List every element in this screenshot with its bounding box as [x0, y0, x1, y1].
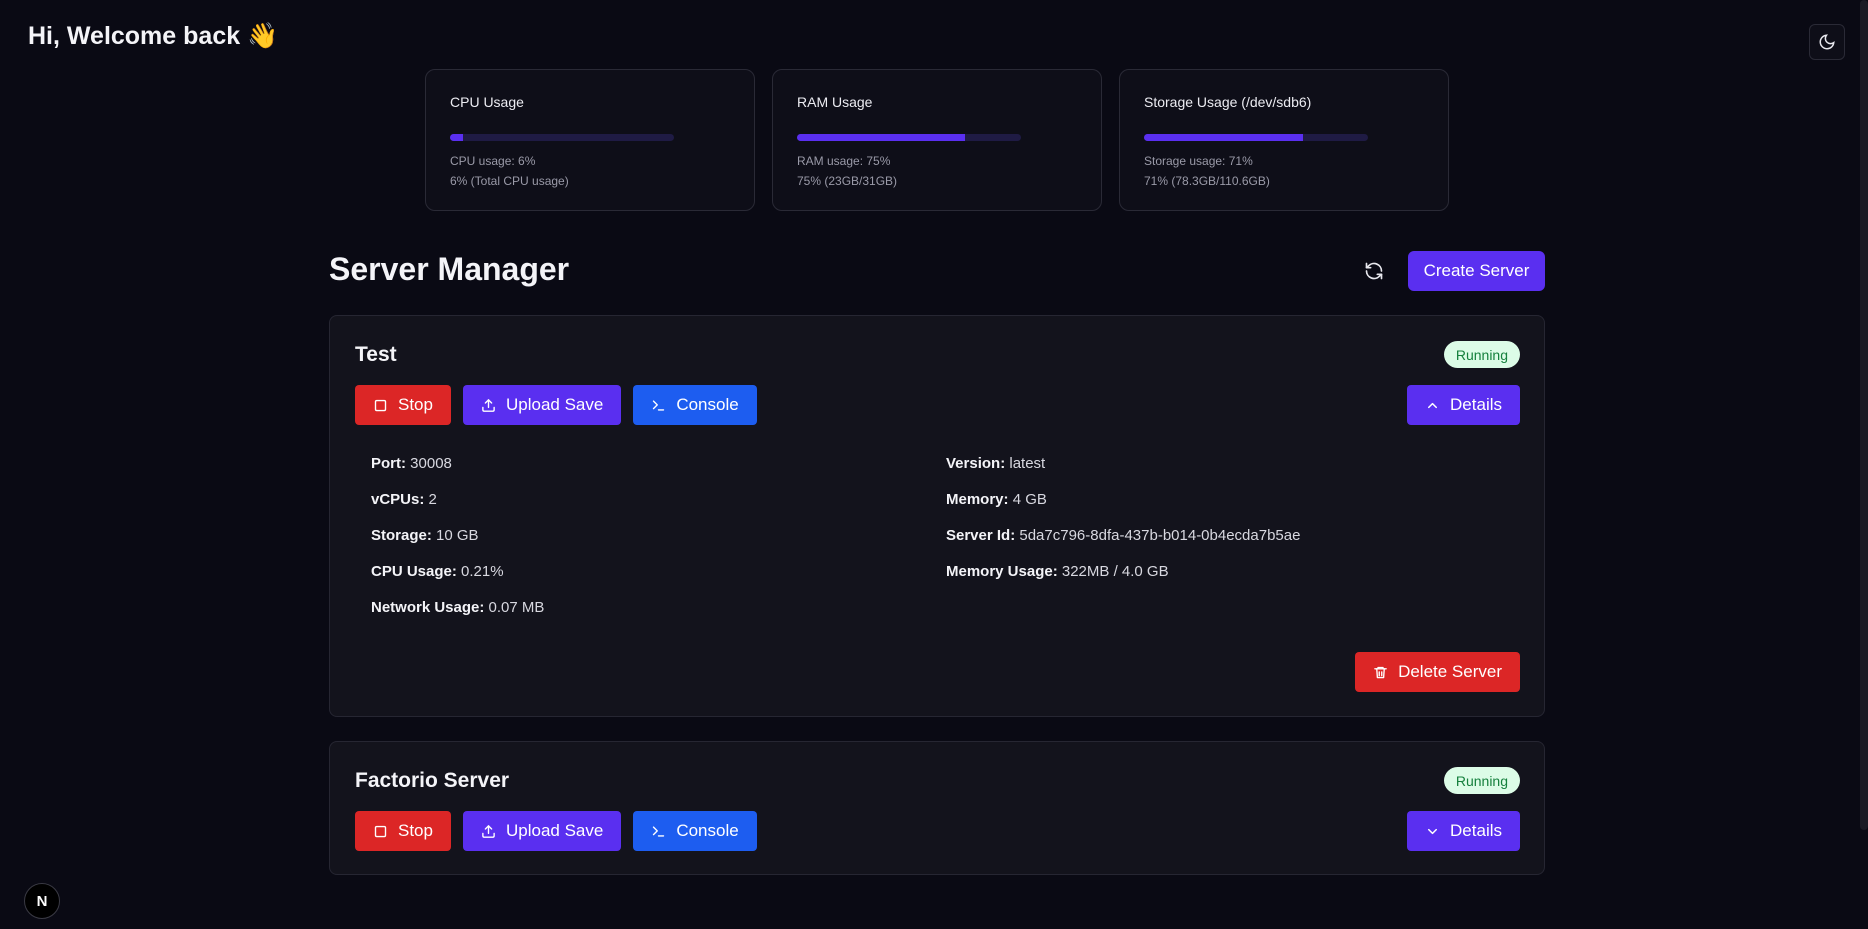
stat-line: RAM usage: 75%	[797, 154, 891, 168]
detail-label: Server Id:	[946, 527, 1016, 544]
detail-version: Version: latest	[946, 454, 1511, 474]
stop-label: Stop	[398, 821, 433, 840]
page-title: Server Manager	[329, 251, 570, 287]
square-icon	[374, 825, 387, 837]
console-label: Console	[676, 821, 739, 840]
create-server-button[interactable]: Create Server	[1408, 251, 1545, 291]
details-toggle-button[interactable]: Details	[1407, 811, 1520, 851]
terminal-icon	[653, 825, 665, 837]
stat-title: Storage Usage (/dev/sdb6)	[1144, 94, 1312, 110]
server-details: Port: 30008 Version: latest vCPUs: 2 Mem…	[371, 454, 1511, 618]
upload-save-label: Upload Save	[505, 395, 604, 414]
details-label: Details	[1450, 395, 1502, 414]
storage-usage-card: Storage Usage (/dev/sdb6) Storage usage:…	[1119, 69, 1449, 211]
detail-label: Version:	[946, 455, 1006, 472]
details-toggle-button[interactable]: Details	[1407, 385, 1520, 425]
server-actions: Stop Upload Save Console	[355, 385, 757, 425]
stop-button[interactable]: Stop	[355, 385, 451, 425]
upload-save-button[interactable]: Upload Save	[462, 385, 622, 425]
stat-line: 71% (78.3GB/110.6GB)	[1144, 174, 1270, 188]
detail-value: 0.21%	[461, 563, 504, 580]
console-label: Console	[676, 395, 739, 414]
detail-server-id: Server Id: 5da7c796-8dfa-437b-b014-0b4ec…	[946, 526, 1511, 546]
upload-save-label: Upload Save	[505, 821, 604, 840]
detail-label: CPU Usage:	[371, 563, 457, 580]
console-button[interactable]: Console	[633, 385, 757, 425]
server-actions: Stop Upload Save Console	[355, 811, 757, 851]
usage-stats: CPU Usage CPU usage: 6% 6% (Total CPU us…	[425, 69, 1449, 211]
welcome-heading: Hi, Welcome back 👋	[28, 22, 279, 50]
status-badge: Running	[1443, 341, 1520, 368]
cpu-usage-card: CPU Usage CPU usage: 6% 6% (Total CPU us…	[425, 69, 755, 211]
stat-title: CPU Usage	[450, 94, 524, 110]
stat-line: CPU usage: 6%	[450, 154, 536, 168]
stop-button[interactable]: Stop	[355, 811, 451, 851]
stat-line: Storage usage: 71%	[1144, 154, 1253, 168]
stat-line: 6% (Total CPU usage)	[450, 174, 569, 188]
server-name: Test	[355, 343, 397, 366]
square-icon	[374, 399, 387, 411]
refresh-icon	[1365, 262, 1383, 280]
cpu-progress-bar	[450, 134, 674, 141]
detail-network-usage: Network Usage: 0.07 MB	[371, 598, 946, 618]
detail-memory-usage: Memory Usage: 322MB / 4.0 GB	[946, 562, 1511, 582]
detail-label: Network Usage:	[371, 599, 485, 616]
upload-icon	[482, 824, 495, 838]
detail-value: 5da7c796-8dfa-437b-b014-0b4ecda7b5ae	[1019, 527, 1301, 544]
detail-value: 4 GB	[1012, 491, 1047, 508]
moon-icon	[1819, 34, 1835, 50]
detail-label: Port:	[371, 455, 406, 472]
ram-progress-bar	[797, 134, 1021, 141]
detail-label: Memory Usage:	[946, 563, 1058, 580]
stat-line: 75% (23GB/31GB)	[797, 174, 898, 188]
detail-value: latest	[1009, 455, 1046, 472]
chevron-up-icon	[1428, 402, 1438, 408]
refresh-button[interactable]	[1358, 255, 1390, 287]
storage-progress-fill	[1144, 134, 1304, 141]
stop-label: Stop	[398, 395, 433, 414]
detail-port: Port: 30008	[371, 454, 946, 474]
details-label: Details	[1450, 821, 1502, 840]
detail-vcpus: vCPUs: 2	[371, 490, 946, 510]
ram-usage-card: RAM Usage RAM usage: 75% 75% (23GB/31GB)	[772, 69, 1102, 211]
upload-save-button[interactable]: Upload Save	[462, 811, 622, 851]
trash-icon	[1374, 666, 1387, 678]
upload-icon	[482, 398, 495, 412]
detail-label: Storage:	[371, 527, 432, 544]
status-badge: Running	[1443, 767, 1520, 794]
delete-server-button[interactable]: Delete Server	[1355, 652, 1520, 692]
detail-label: vCPUs:	[371, 491, 425, 508]
detail-memory: Memory: 4 GB	[946, 490, 1511, 510]
detail-label: Memory:	[946, 491, 1009, 508]
detail-value: 30008	[410, 455, 452, 472]
theme-toggle-button[interactable]	[1809, 24, 1845, 60]
detail-storage: Storage: 10 GB	[371, 526, 946, 546]
detail-cpu-usage: CPU Usage: 0.21%	[371, 562, 946, 582]
app-root: Hi, Welcome back 👋 CPU Usage CPU usage: …	[0, 0, 1868, 929]
storage-progress-bar	[1144, 134, 1368, 141]
detail-value: 2	[428, 491, 437, 508]
terminal-icon	[653, 399, 665, 411]
stat-title: RAM Usage	[797, 94, 873, 110]
detail-value: 0.07 MB	[488, 599, 545, 616]
cpu-progress-fill	[450, 134, 464, 141]
nextjs-badge[interactable]: N	[24, 883, 60, 919]
server-card: Test Running Stop Upload Save Console De…	[329, 315, 1545, 717]
detail-value: 322MB / 4.0 GB	[1061, 563, 1169, 580]
server-card: Factorio Server Running Stop Upload Save…	[329, 741, 1545, 875]
detail-value: 10 GB	[436, 527, 479, 544]
ram-progress-fill	[797, 134, 965, 141]
delete-server-label: Delete Server	[1398, 662, 1502, 681]
scrollbar[interactable]	[1860, 0, 1868, 830]
chevron-down-icon	[1428, 828, 1438, 834]
console-button[interactable]: Console	[633, 811, 757, 851]
server-name: Factorio Server	[355, 769, 510, 792]
